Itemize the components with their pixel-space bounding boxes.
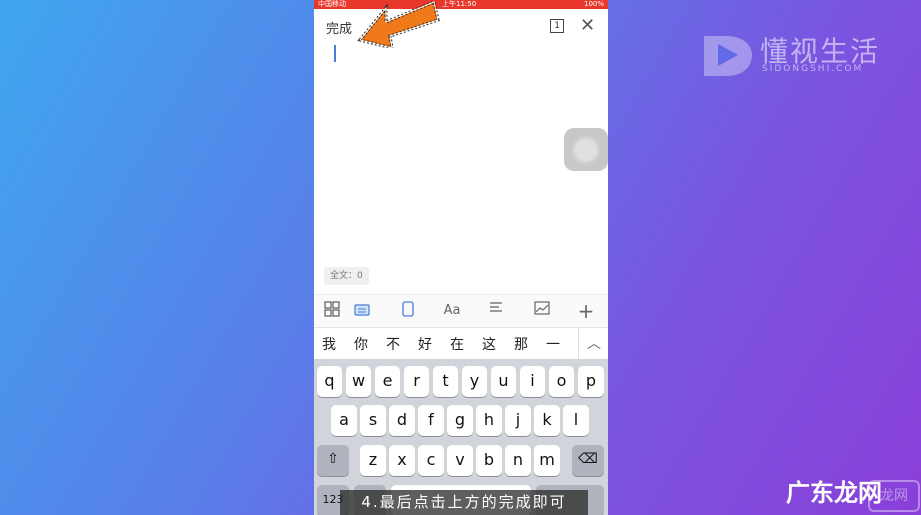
key[interactable]: d xyxy=(389,405,415,436)
key[interactable]: h xyxy=(476,405,502,436)
grid-icon[interactable] xyxy=(322,301,342,321)
tutorial-arrow-icon xyxy=(357,0,440,48)
brand-logo-icon xyxy=(704,36,752,76)
chevron-up-icon[interactable]: ︿ xyxy=(578,328,608,360)
candidate-word[interactable]: 在 xyxy=(450,334,464,354)
word-count-badge: 全文：0 xyxy=(324,267,369,285)
key[interactable]: l xyxy=(563,405,589,436)
page-count-icon[interactable]: 1 xyxy=(550,19,564,33)
key[interactable]: t xyxy=(433,366,458,397)
close-icon[interactable]: ✕ xyxy=(580,15,595,36)
font-icon[interactable]: Aa xyxy=(442,301,462,321)
tutorial-subtitle: 4.最后点击上方的完成即可 xyxy=(340,490,588,515)
phone-layout-icon[interactable] xyxy=(398,301,418,321)
candidate-word[interactable]: 好 xyxy=(418,334,432,354)
key[interactable]: c xyxy=(418,445,444,476)
candidate-word[interactable]: 这 xyxy=(482,334,496,354)
key[interactable]: a xyxy=(331,405,357,436)
candidate-bar: 我 你 不 好 在 这 那 一 ︿ xyxy=(314,327,608,360)
key[interactable]: k xyxy=(534,405,560,436)
watermark-badge: 龙网 xyxy=(868,480,920,512)
key[interactable]: v xyxy=(447,445,473,476)
add-icon[interactable]: + xyxy=(576,301,596,321)
phone-screen: 中国移动 上午11:50 100% 完成 1 ✕ 全文：0 Aa + 我 你 不… xyxy=(314,0,608,515)
brand-domain: SIDONGSHI.COM xyxy=(762,64,864,74)
key[interactable]: w xyxy=(346,366,371,397)
candidate-word[interactable]: 那 xyxy=(514,334,528,354)
key[interactable]: b xyxy=(476,445,502,476)
key[interactable]: u xyxy=(491,366,516,397)
backspace-key[interactable]: ⌫ xyxy=(572,445,604,476)
clock: 上午11:50 xyxy=(442,0,477,8)
done-button[interactable]: 完成 xyxy=(326,18,352,37)
key[interactable]: y xyxy=(462,366,487,397)
candidate-word[interactable]: 一 xyxy=(546,334,560,354)
image-icon[interactable] xyxy=(532,301,552,321)
candidate-word[interactable]: 你 xyxy=(354,334,368,354)
key[interactable]: x xyxy=(389,445,415,476)
shift-key[interactable]: ⇧ xyxy=(317,445,349,476)
key[interactable]: m xyxy=(534,445,560,476)
align-icon[interactable] xyxy=(486,301,506,321)
battery-level: 100% xyxy=(583,0,604,8)
key[interactable]: o xyxy=(549,366,574,397)
key[interactable]: i xyxy=(520,366,545,397)
candidate-word[interactable]: 不 xyxy=(386,334,400,354)
assistive-touch-dot xyxy=(575,139,597,161)
assistive-touch-button[interactable] xyxy=(564,128,608,171)
key[interactable]: r xyxy=(404,366,429,397)
key[interactable]: s xyxy=(360,405,386,436)
carrier-label: 中国移动 xyxy=(318,0,346,8)
key[interactable]: q xyxy=(317,366,342,397)
key[interactable]: z xyxy=(360,445,386,476)
format-toolbar: Aa + xyxy=(314,294,608,327)
key[interactable]: p xyxy=(578,366,604,397)
key[interactable]: f xyxy=(418,405,444,436)
key[interactable]: e xyxy=(375,366,400,397)
key[interactable]: j xyxy=(505,405,531,436)
key[interactable]: n xyxy=(505,445,531,476)
text-cursor[interactable] xyxy=(334,45,336,62)
keyboard-icon[interactable] xyxy=(352,301,372,321)
candidate-word[interactable]: 我 xyxy=(322,334,336,354)
key[interactable]: g xyxy=(447,405,473,436)
